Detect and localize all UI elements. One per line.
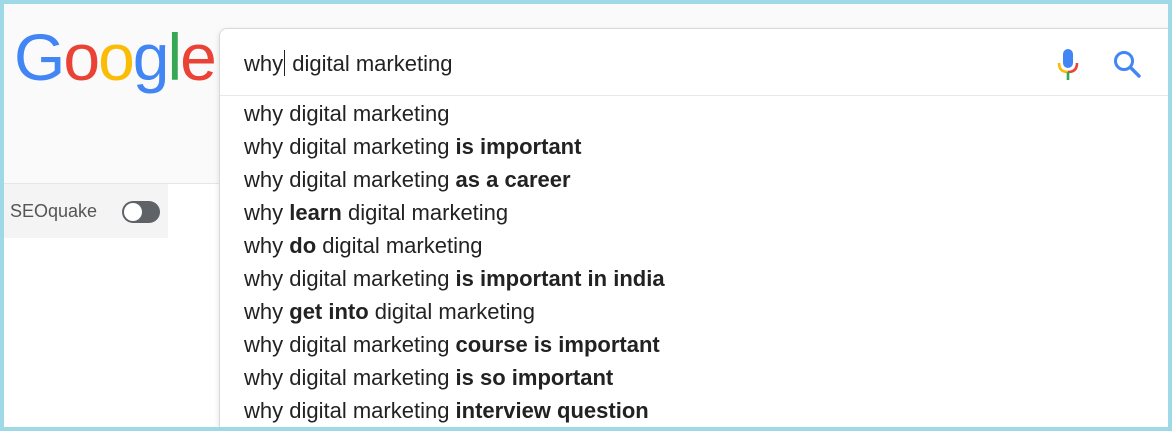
suggestion-query-text: digital marketing xyxy=(316,233,483,258)
suggestion-completion: is so important xyxy=(455,365,614,390)
suggestion-item[interactable]: why digital marketing as a career xyxy=(220,163,1169,196)
text-caret xyxy=(284,50,286,76)
suggestion-completion: get into xyxy=(289,299,369,324)
suggestion-item[interactable]: why digital marketing interview question xyxy=(220,394,1169,427)
suggestion-query-text: why xyxy=(244,299,290,324)
microphone-icon[interactable] xyxy=(1056,48,1080,82)
suggestion-query-text: why xyxy=(244,200,290,225)
suggestion-completion: is important in india xyxy=(455,266,665,291)
search-text-before-caret: why xyxy=(244,51,284,76)
search-text-after-caret: digital marketing xyxy=(286,51,453,76)
suggestion-query-text: why digital marketing xyxy=(244,266,456,291)
suggestion-completion: course is important xyxy=(455,332,660,357)
magnifier-icon[interactable] xyxy=(1112,49,1142,79)
suggestion-item[interactable]: why get into digital marketing xyxy=(220,295,1169,328)
suggestion-item[interactable]: why digital marketing is important xyxy=(220,130,1169,163)
suggestion-completion: learn xyxy=(289,200,342,225)
suggestion-query-text: why digital marketing xyxy=(244,101,450,126)
suggestion-list: why digital marketing why digital marketi… xyxy=(220,96,1169,427)
suggestion-query-text: why digital marketing xyxy=(244,332,456,357)
suggestion-completion: is important xyxy=(455,134,582,159)
suggestion-query-text: digital marketing xyxy=(368,299,535,324)
suggestion-item[interactable]: why digital marketing is important in in… xyxy=(220,262,1169,295)
logo-letter: o xyxy=(98,20,135,94)
suggestion-completion: as a career xyxy=(455,167,571,192)
suggestion-item[interactable]: why do digital marketing xyxy=(220,229,1169,262)
logo-letter: g xyxy=(132,20,170,94)
suggestion-query-text: why digital marketing xyxy=(244,134,456,159)
logo-letter: l xyxy=(167,20,183,94)
suggestion-query-text: why digital marketing xyxy=(244,398,456,423)
toggle-knob xyxy=(124,203,142,221)
google-logo[interactable]: Google xyxy=(14,20,217,94)
suggestion-completion: do xyxy=(289,233,317,258)
suggestion-query-text: digital marketing xyxy=(341,200,509,225)
suggestion-item[interactable]: why digital marketing xyxy=(220,97,1169,130)
logo-letter: e xyxy=(180,20,217,94)
suggestion-query-text: why digital marketing xyxy=(244,365,456,390)
suggestion-item[interactable]: why digital marketing course is importan… xyxy=(220,328,1169,361)
logo-letter: G xyxy=(14,20,65,94)
logo-letter: o xyxy=(63,20,100,94)
suggestion-item[interactable]: why learn digital marketing xyxy=(220,196,1169,229)
suggestion-query-text: why xyxy=(244,233,290,258)
seoquake-toggle[interactable] xyxy=(122,201,160,223)
suggestion-query-text: why digital marketing xyxy=(244,167,456,192)
seoquake-label: SEOquake xyxy=(10,201,98,221)
search-input[interactable]: why digital marketing xyxy=(244,50,452,77)
suggestion-item[interactable]: why digital marketing is so important xyxy=(220,361,1169,394)
search-input-row[interactable]: why digital marketing xyxy=(220,29,1169,96)
suggestion-completion: interview question xyxy=(455,398,649,423)
search-box: why digital marketing why digital market… xyxy=(219,28,1169,428)
